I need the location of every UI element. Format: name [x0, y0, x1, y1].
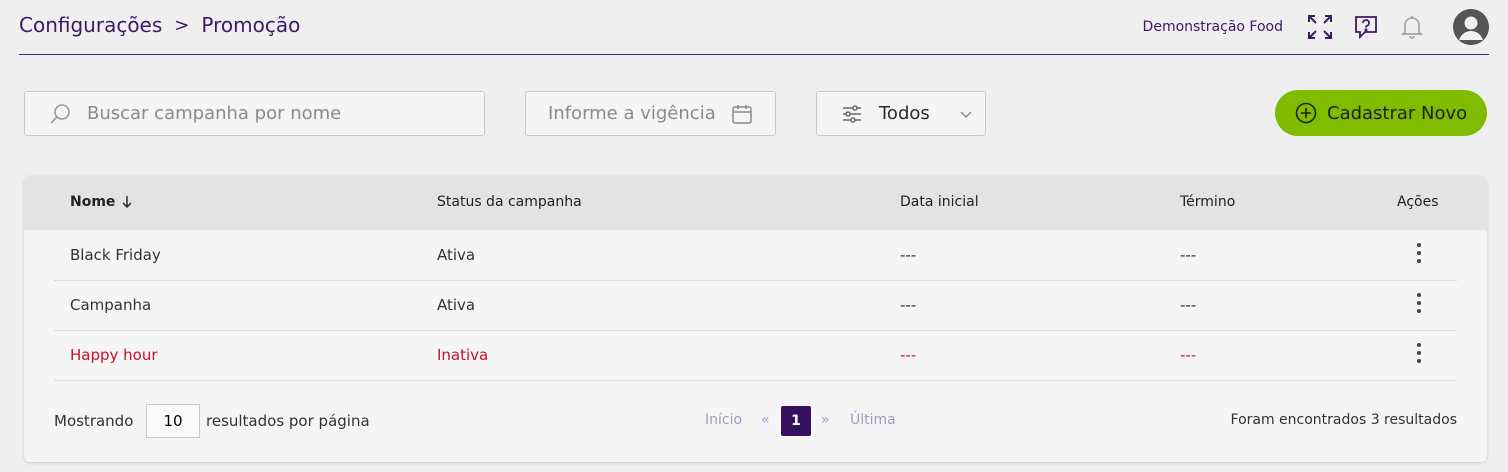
- status-select-value: Todos: [879, 103, 930, 124]
- per-page-input[interactable]: [146, 404, 200, 438]
- bell-icon[interactable]: [1398, 13, 1426, 41]
- breadcrumb-item-configuracoes[interactable]: Configurações: [19, 13, 162, 37]
- column-header-acoes: Ações: [1397, 194, 1439, 210]
- table-row[interactable]: Happy hour Inativa --- ---: [54, 330, 1457, 381]
- company-name[interactable]: Demonstração Food: [1143, 19, 1283, 35]
- row-end-date: ---: [1180, 346, 1197, 364]
- calendar-icon[interactable]: [731, 103, 753, 129]
- search-box: [24, 91, 485, 136]
- campaigns-table: Nome Status da campanha Data inicial Tér…: [24, 176, 1487, 462]
- row-start-date: ---: [900, 246, 917, 264]
- breadcrumb-separator: >: [174, 14, 190, 36]
- add-new-button[interactable]: Cadastrar Novo: [1275, 90, 1487, 136]
- expand-icon[interactable]: [1306, 13, 1334, 41]
- pagination-last[interactable]: Última: [850, 412, 896, 428]
- table-footer: Mostrando resultados por página Início «…: [54, 404, 1457, 438]
- column-header-status[interactable]: Status da campanha: [437, 194, 582, 210]
- status-select[interactable]: Todos: [816, 91, 986, 136]
- pagination-first[interactable]: Início: [705, 412, 742, 428]
- date-filter: [525, 91, 776, 136]
- row-end-date: ---: [1180, 246, 1197, 264]
- add-new-label: Cadastrar Novo: [1327, 102, 1468, 124]
- row-end-date: ---: [1180, 296, 1197, 314]
- table-row[interactable]: Black Friday Ativa --- ---: [54, 230, 1457, 281]
- header-actions: Demonstração Food: [1143, 8, 1489, 46]
- plus-circle-icon: [1295, 102, 1317, 124]
- table-row[interactable]: Campanha Ativa --- ---: [54, 280, 1457, 331]
- row-status: Ativa: [437, 246, 476, 264]
- breadcrumb-item-promocao: Promoção: [201, 13, 301, 37]
- row-start-date: ---: [900, 346, 917, 364]
- search-icon: [49, 103, 71, 129]
- sort-down-icon: [121, 195, 133, 209]
- per-page-label: resultados por página: [206, 412, 370, 430]
- results-count: Foram encontrados 3 resultados: [1230, 412, 1457, 428]
- column-header-data-inicial[interactable]: Data inicial: [900, 194, 979, 210]
- table-header: Nome Status da campanha Data inicial Tér…: [24, 176, 1487, 230]
- filter-sliders-icon: [841, 103, 863, 129]
- pagination-next[interactable]: »: [821, 412, 830, 428]
- row-actions-kebab-icon[interactable]: [1413, 243, 1425, 267]
- row-actions-kebab-icon[interactable]: [1413, 293, 1425, 317]
- breadcrumb: Configurações > Promoção: [19, 13, 300, 37]
- row-name: Black Friday: [70, 246, 161, 264]
- help-chat-icon[interactable]: [1352, 13, 1380, 41]
- column-header-nome[interactable]: Nome: [70, 194, 133, 210]
- row-start-date: ---: [900, 296, 917, 314]
- column-header-nome-label: Nome: [70, 194, 116, 210]
- row-status: Ativa: [437, 296, 476, 314]
- search-input[interactable]: [85, 92, 479, 135]
- row-name: Campanha: [70, 296, 152, 314]
- chevron-down-icon: [959, 106, 973, 125]
- showing-label: Mostrando: [54, 412, 134, 430]
- column-header-termino[interactable]: Término: [1180, 194, 1235, 210]
- row-actions-kebab-icon[interactable]: [1413, 343, 1425, 367]
- top-header: Configurações > Promoção Demonstração Fo…: [19, 0, 1489, 55]
- row-status: Inativa: [437, 346, 489, 364]
- row-name: Happy hour: [70, 346, 158, 364]
- pagination-prev[interactable]: «: [761, 412, 770, 428]
- date-input[interactable]: [546, 92, 730, 135]
- pagination-current-page[interactable]: 1: [781, 406, 811, 436]
- user-avatar-icon[interactable]: [1453, 9, 1489, 45]
